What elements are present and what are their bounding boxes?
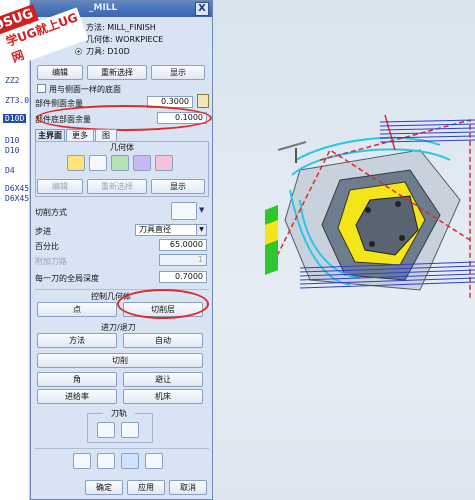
nav-item[interactable]: D6X45 <box>5 194 29 203</box>
display-resulting-icon[interactable] <box>121 453 139 469</box>
summary-tool: 刀具: D10D <box>86 46 130 56</box>
cancel-button[interactable]: 取消 <box>169 480 207 495</box>
report-icon[interactable] <box>145 453 163 469</box>
nav-item[interactable]: ZT3.0 <box>5 96 29 105</box>
highlight-oval-cut-levels <box>117 289 209 319</box>
cut-pattern-label: 切削方式 <box>35 208 67 217</box>
ok-button[interactable]: 确定 <box>85 480 123 495</box>
radio-selected-icon[interactable] <box>75 47 82 55</box>
geometry-group-title: 几何体 <box>97 142 147 153</box>
cut-pattern-icon[interactable] <box>171 202 197 220</box>
summary-geometry: 几何体: WORKPIECE <box>86 34 164 44</box>
apply-button[interactable]: 应用 <box>127 480 165 495</box>
verify-icon[interactable] <box>97 453 115 469</box>
generate-toolpath-icon[interactable] <box>97 422 115 438</box>
divider <box>35 448 209 449</box>
extra-passes-input[interactable]: 1 <box>159 254 207 266</box>
point-button[interactable]: 点 <box>37 302 117 317</box>
replay-toolpath-icon[interactable] <box>121 422 139 438</box>
operation-navigator-strip: ZZ2 ZT3.0 D10D D10 D10 D4 D6X45 D6X45 <box>0 0 30 500</box>
stepover-label: 步进 <box>35 227 51 236</box>
summary-method: 方法: MILL_FINISH <box>86 22 156 32</box>
stepover-value: 刀具直径 <box>139 225 171 234</box>
geometry-display-button[interactable]: 显示 <box>151 179 205 194</box>
toolpath-group-title: 刀轨 <box>103 408 135 419</box>
nav-item[interactable]: D4 <box>5 166 15 175</box>
nav-item[interactable]: D6X45 <box>5 184 29 193</box>
display-button[interactable]: 显示 <box>151 65 205 80</box>
auto-button[interactable]: 自动 <box>123 333 203 348</box>
edit-button[interactable]: 编辑 <box>37 65 83 80</box>
geometry-edit-button[interactable]: 编辑 <box>37 179 83 194</box>
nav-item[interactable]: D10 <box>5 136 19 145</box>
floor-same-as-side-label: 用与侧面一样的底面 <box>49 85 121 94</box>
calculator-icon[interactable] <box>197 94 209 108</box>
planar-mill-dialog: _MILL X 方法: MILL_FINISH 几何体: WORKPIECE 刀… <box>30 0 213 500</box>
stepover-select[interactable]: 刀具直径 ▼ <box>135 224 207 236</box>
percent-input[interactable]: 65.0000 <box>159 239 207 251</box>
tab-more[interactable]: 更多 <box>66 129 94 141</box>
close-button[interactable]: X <box>195 2 209 16</box>
chevron-down-icon[interactable]: ▼ <box>196 225 206 235</box>
list-icon[interactable] <box>73 453 91 469</box>
tab-graph[interactable]: 图 <box>95 129 117 141</box>
depth-per-cut-label: 每一刀的全局深度 <box>35 274 99 283</box>
trim-geometry-icon[interactable] <box>133 155 151 171</box>
method-button[interactable]: 方法 <box>37 333 117 348</box>
part-geometry-icon[interactable] <box>67 155 85 171</box>
floor-same-as-side-checkbox[interactable] <box>37 84 46 93</box>
chevron-down-icon[interactable]: ▼ <box>199 206 208 215</box>
cutting-button[interactable]: 切削 <box>37 353 203 368</box>
machine-button[interactable]: 机床 <box>123 389 203 404</box>
percent-label: 百分比 <box>35 242 59 251</box>
reselect-button[interactable]: 重新选择 <box>87 65 147 80</box>
operation-summary: 方法: MILL_FINISH 几何体: WORKPIECE 刀具: D10D <box>75 21 210 57</box>
feed-rate-button[interactable]: 进给率 <box>37 389 117 404</box>
check-geometry-icon[interactable] <box>111 155 129 171</box>
floor-geometry-icon[interactable] <box>155 155 173 171</box>
dialog-title: _MILL <box>89 3 118 13</box>
nav-item-selected[interactable]: D10D <box>3 114 27 123</box>
depth-per-cut-input[interactable]: 0.7000 <box>159 271 207 283</box>
blank-geometry-icon[interactable] <box>89 155 107 171</box>
tab-main[interactable]: 主界面 <box>35 129 65 141</box>
corner-button[interactable]: 角 <box>37 372 117 387</box>
geometry-reselect-button[interactable]: 重新选择 <box>87 179 147 194</box>
nav-item[interactable]: D10 <box>5 146 19 155</box>
avoidance-button[interactable]: 避让 <box>123 372 203 387</box>
engage-retract-title: 进刀/退刀 <box>101 323 136 332</box>
highlight-oval-stock <box>36 105 212 131</box>
extra-passes-label: 附加刀路 <box>35 257 67 266</box>
nav-item[interactable]: ZZ2 <box>5 76 19 85</box>
